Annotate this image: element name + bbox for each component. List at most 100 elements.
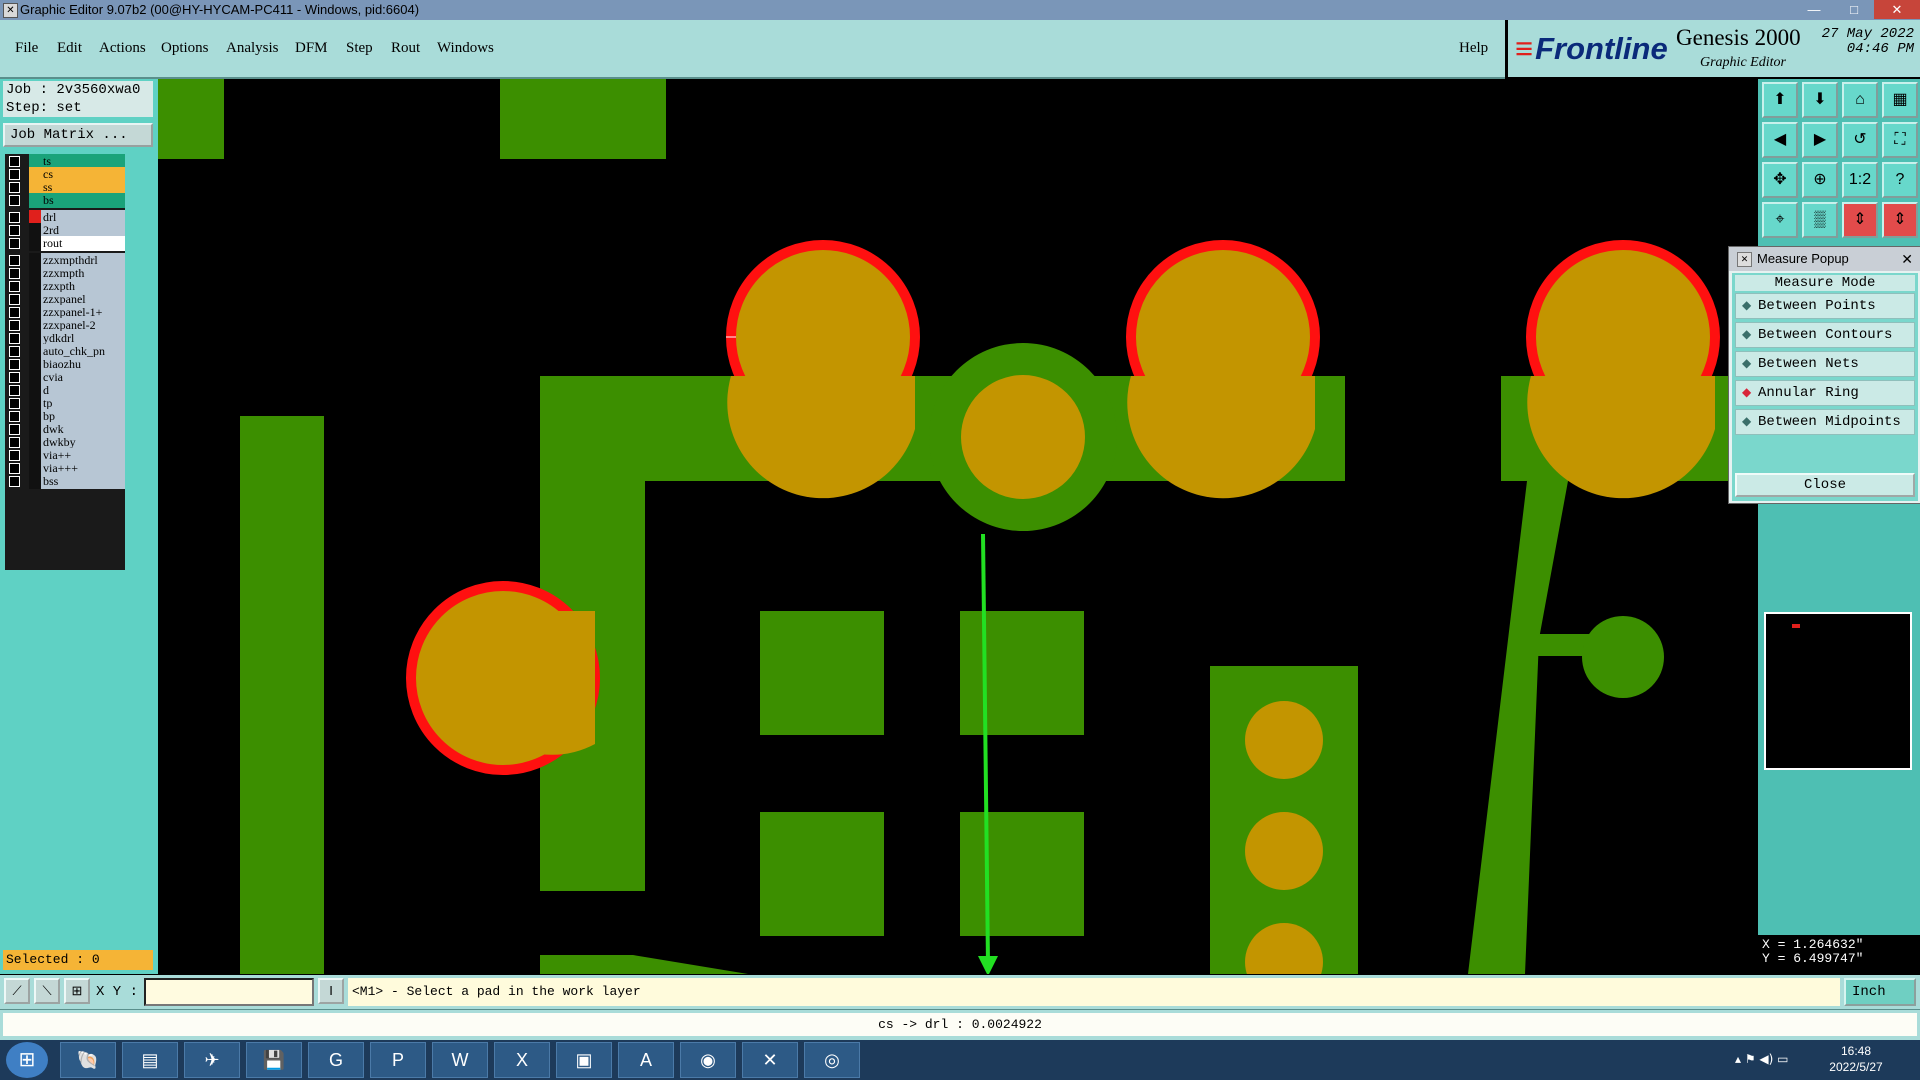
fit-all-icon[interactable]: ⊕ [1802, 162, 1838, 198]
taskbar-app-pdf[interactable]: A [618, 1042, 674, 1078]
layer-checkbox[interactable] [9, 476, 20, 487]
layer-checkbox[interactable] [9, 255, 20, 266]
menu-file[interactable]: File [15, 40, 38, 57]
grid-icon[interactable]: ▒ [1802, 202, 1838, 238]
layer-checkbox[interactable] [9, 238, 20, 249]
layer-checkbox[interactable] [9, 212, 20, 223]
popup-header[interactable]: ✕ Measure Popup ✕ [1729, 247, 1920, 271]
menu-actions[interactable]: Actions [99, 40, 146, 57]
layer-checkbox[interactable] [9, 281, 20, 292]
layer-checkbox[interactable] [9, 268, 20, 279]
close-window-icon[interactable]: ✕ [1874, 0, 1920, 19]
layer-checkbox[interactable] [9, 307, 20, 318]
layer-checkbox[interactable] [9, 424, 20, 435]
scale-icon[interactable]: 1:2 [1842, 162, 1878, 198]
help-icon[interactable]: ? [1882, 162, 1918, 198]
layer-checkbox[interactable] [9, 182, 20, 193]
zoom-in-icon[interactable]: ⬆ [1762, 82, 1798, 118]
menu-windows[interactable]: Windows [437, 40, 494, 57]
datetime: 27 May 2022 04:46 PM [1818, 27, 1914, 57]
layer-checkbox[interactable] [9, 398, 20, 409]
layer-checkbox[interactable] [9, 346, 20, 357]
layer-checkbox[interactable] [9, 372, 20, 383]
copper-feature [500, 79, 666, 159]
minimize-icon[interactable]: — [1794, 0, 1834, 19]
menu-edit[interactable]: Edit [57, 40, 82, 57]
taskbar-app-explorer[interactable]: ▣ [556, 1042, 612, 1078]
layer-list: ts cs ss bs drl 2rd rout zzxmpthdrl zzxmpth zzxpt… [5, 154, 125, 570]
layer-checkbox[interactable] [9, 333, 20, 344]
layer-checkbox[interactable] [9, 320, 20, 331]
menu-dfm[interactable]: DFM [295, 40, 328, 57]
taskbar-clock[interactable]: 16:48 2022/5/27 [1816, 1043, 1896, 1075]
taskbar-app-notepad[interactable]: ▤ [122, 1042, 178, 1078]
measure-alt-icon[interactable]: ⇕ [1882, 202, 1918, 238]
taskbar-app-messenger[interactable]: ✈ [184, 1042, 240, 1078]
layer-checkbox[interactable] [9, 225, 20, 236]
taskbar-app-genesis[interactable]: ✕ [742, 1042, 798, 1078]
measure-icon[interactable]: ⇕ [1842, 202, 1878, 238]
layer-checkbox[interactable] [9, 463, 20, 474]
option-between-points[interactable]: ◆ Between Points [1735, 293, 1915, 319]
taskbar-app-shell[interactable]: 🐚 [60, 1042, 116, 1078]
prompt-text: <M1> - Select a pad in the work layer [348, 978, 1840, 1006]
menu-rout[interactable]: Rout [391, 40, 420, 57]
menu-options[interactable]: Options [161, 40, 209, 57]
overview-marker [1792, 624, 1800, 628]
close-button[interactable]: Close [1735, 473, 1915, 497]
line-tool-icon[interactable]: ⟋ [4, 978, 30, 1004]
xy-input[interactable] [144, 978, 314, 1006]
start-button[interactable]: ⊞ [6, 1042, 48, 1078]
taskbar-app-viewer[interactable]: ◎ [804, 1042, 860, 1078]
taskbar-app-g[interactable]: G [308, 1042, 364, 1078]
option-annular-ring[interactable]: ◆ Annular Ring [1735, 380, 1915, 406]
menu-step[interactable]: Step [346, 40, 373, 57]
pan-right-icon[interactable]: ▶ [1802, 122, 1838, 158]
option-between-contours[interactable]: ◆ Between Contours [1735, 322, 1915, 348]
layer-checkbox[interactable] [9, 195, 20, 206]
copper-pad [1582, 616, 1664, 698]
taskbar-app-save[interactable]: 💾 [246, 1042, 302, 1078]
layer-checkbox[interactable] [9, 156, 20, 167]
maximize-icon[interactable]: □ [1834, 0, 1874, 19]
popup-title: Measure Popup [1757, 251, 1849, 266]
taskbar-app-excel[interactable]: X [494, 1042, 550, 1078]
grid-tool-icon[interactable]: ⊞ [64, 978, 90, 1004]
option-between-nets[interactable]: ◆ Between Nets [1735, 351, 1915, 377]
layer-checkbox[interactable] [9, 385, 20, 396]
layer-row-bs[interactable]: bs [5, 193, 125, 208]
undo-view-icon[interactable]: ↺ [1842, 122, 1878, 158]
layer-checkbox[interactable] [9, 437, 20, 448]
layer-row-rout[interactable]: rout [5, 236, 125, 251]
job-matrix-button[interactable]: Job Matrix ... [3, 123, 153, 147]
graphic-canvas[interactable] [158, 79, 1758, 974]
layer-checkbox[interactable] [9, 294, 20, 305]
menu-help[interactable]: Help [1459, 40, 1488, 57]
snap-icon[interactable]: ⌖ [1762, 202, 1798, 238]
unit-selector[interactable]: Inch [1844, 978, 1916, 1006]
smd-pad [960, 611, 1084, 735]
text-cursor-icon[interactable]: I [318, 978, 344, 1004]
smd-pad [960, 812, 1084, 936]
diagonal-tool-icon[interactable]: ⟍ [34, 978, 60, 1004]
layer-checkbox[interactable] [9, 411, 20, 422]
taskbar-app-word[interactable]: W [432, 1042, 488, 1078]
option-between-midpoints[interactable]: ◆ Between Midpoints [1735, 409, 1915, 435]
home-icon[interactable]: ⌂ [1842, 82, 1878, 118]
system-tray[interactable]: ▴ ⚑ ◀) ▭ [1735, 1052, 1788, 1066]
fullscreen-icon[interactable]: ⛶ [1882, 122, 1918, 158]
overview-map[interactable] [1764, 612, 1912, 770]
menu-analysis[interactable]: Analysis [226, 40, 279, 57]
taskbar-app-p[interactable]: P [370, 1042, 426, 1078]
fit-icon[interactable]: ✥ [1762, 162, 1798, 198]
zoom-out-icon[interactable]: ⬇ [1802, 82, 1838, 118]
layer-checkbox[interactable] [9, 169, 20, 180]
taskbar-app-eye[interactable]: ◉ [680, 1042, 736, 1078]
pan-left-icon[interactable]: ◀ [1762, 122, 1798, 158]
layer-checkbox[interactable] [9, 450, 20, 461]
job-info: Job : 2v3560xwa0 Step: set [3, 81, 153, 117]
layer-checkbox[interactable] [9, 359, 20, 370]
layer-row-bss[interactable]: bss [5, 474, 125, 489]
popup-close-icon[interactable]: ✕ [1901, 247, 1913, 271]
split-view-icon[interactable]: ▦ [1882, 82, 1918, 118]
